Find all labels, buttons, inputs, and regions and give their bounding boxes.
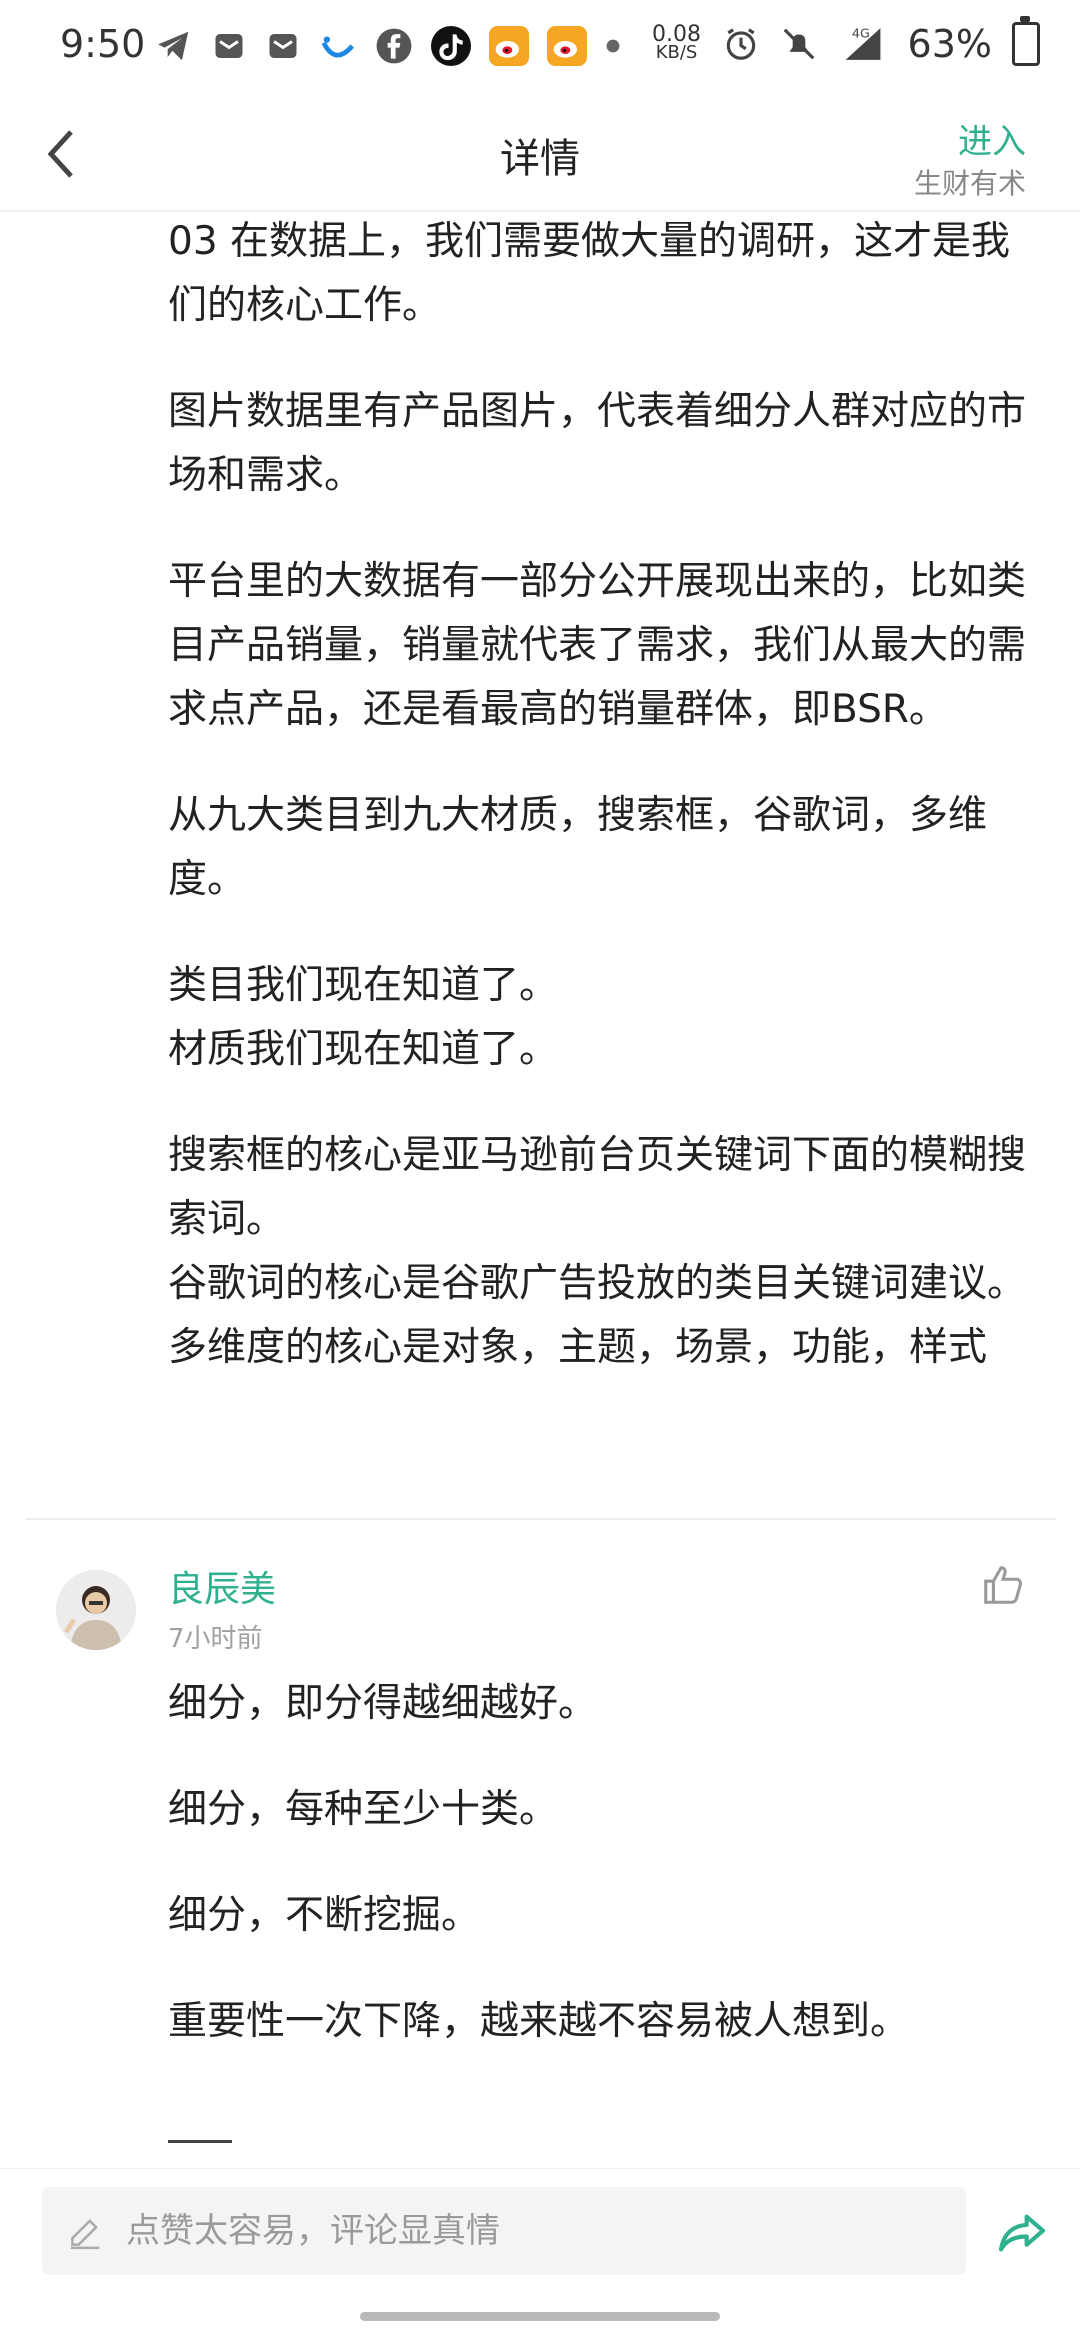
comment-timestamp: 7小时前 (168, 1624, 263, 1654)
dot-icon (606, 39, 620, 53)
status-time: 9:50 (60, 22, 146, 66)
article-body: 03 在数据上，我们需要做大量的调研，这才是我们的核心工作。 图片数据里有产品图… (168, 210, 1028, 1380)
comment-paragraph: 重要性一次下降，越来越不容易被人想到。 (168, 1999, 910, 2044)
article-paragraph: 平台里的大数据有一部分公开展现出来的，比如类目产品销量，销量就代表了需求，我们从… (168, 559, 1027, 732)
divider (26, 1518, 1056, 1520)
avatar[interactable] (56, 1570, 136, 1650)
comment-paragraph: 细分，即分得越细越好。 (168, 1681, 598, 1726)
svg-text:4G: 4G (851, 26, 869, 41)
article-paragraph: 多维度的核心是对象，主题，场景，功能，样式 (168, 1325, 988, 1370)
article-paragraph: 材质我们现在知道了。 (168, 1027, 559, 1072)
weibo-icon-2 (547, 26, 587, 66)
comment-separator-dash (168, 2140, 232, 2143)
mail-icon (215, 34, 243, 58)
article-paragraph: 谷歌词的核心是谷歌广告投放的类目关键词建议。 (168, 1261, 1027, 1306)
header: 详情 进入 生财有术 (0, 96, 1080, 212)
alarm-icon (726, 28, 755, 60)
app-swoosh-icon (321, 36, 355, 58)
weibo-icon (489, 26, 529, 66)
article-paragraph: 从九大类目到九大材质，搜索框，谷歌词，多维度。 (168, 793, 988, 902)
system-icons: 0.08 KB/S 4G 63% (652, 16, 1040, 66)
article-paragraph: 搜索框的核心是亚马逊前台页关键词下面的模糊搜索词。 (168, 1133, 1027, 1242)
article-paragraph: 图片数据里有产品图片，代表着细分人群对应的市场和需求。 (168, 389, 1027, 498)
comment-body: 细分，即分得越细越好。 细分，每种至少十类。 细分，不断挖掘。 重要性一次下降，… (168, 1672, 1028, 2054)
comment-paragraph: 细分，每种至少十类。 (168, 1787, 559, 1832)
article-paragraph: 类目我们现在知道了。 (168, 963, 559, 1008)
net-speed: 0.08 KB/S (652, 24, 702, 63)
comment-author[interactable]: 良辰美 (168, 1560, 276, 1612)
share-arrow-icon[interactable] (994, 2205, 1050, 2261)
battery-percent: 63% (907, 22, 992, 66)
battery-icon (1012, 16, 1040, 66)
user-avatar-icon (56, 1570, 136, 1650)
status-bar: 9:50 0.08 KB/S 4G 63% (0, 0, 1080, 96)
facebook-icon (376, 28, 412, 64)
net-speed-unit: KB/S (655, 42, 698, 63)
mail-icon-2 (269, 34, 297, 58)
page: 9:50 0.08 KB/S 4G 63% 详情 进入 生财有术 03 在数据上… (0, 0, 1080, 2340)
thumbs-up-icon[interactable] (980, 1562, 1026, 1608)
article-paragraph: 03 在数据上，我们需要做大量的调研，这才是我们的核心工作。 (168, 219, 1011, 328)
enter-link[interactable]: 进入 (958, 114, 1026, 163)
home-indicator[interactable] (360, 2312, 720, 2321)
comment-input[interactable] (42, 2187, 966, 2275)
tiktok-icon (431, 26, 471, 66)
bottom-comment-bar (0, 2168, 1080, 2289)
source-label: 生财有术 (913, 167, 1026, 200)
notification-icons (155, 26, 621, 66)
telegram-icon (158, 31, 189, 61)
signal-icon: 4G (845, 26, 880, 60)
comment-paragraph: 细分，不断挖掘。 (168, 1893, 481, 1938)
bell-muted-icon (783, 28, 814, 60)
